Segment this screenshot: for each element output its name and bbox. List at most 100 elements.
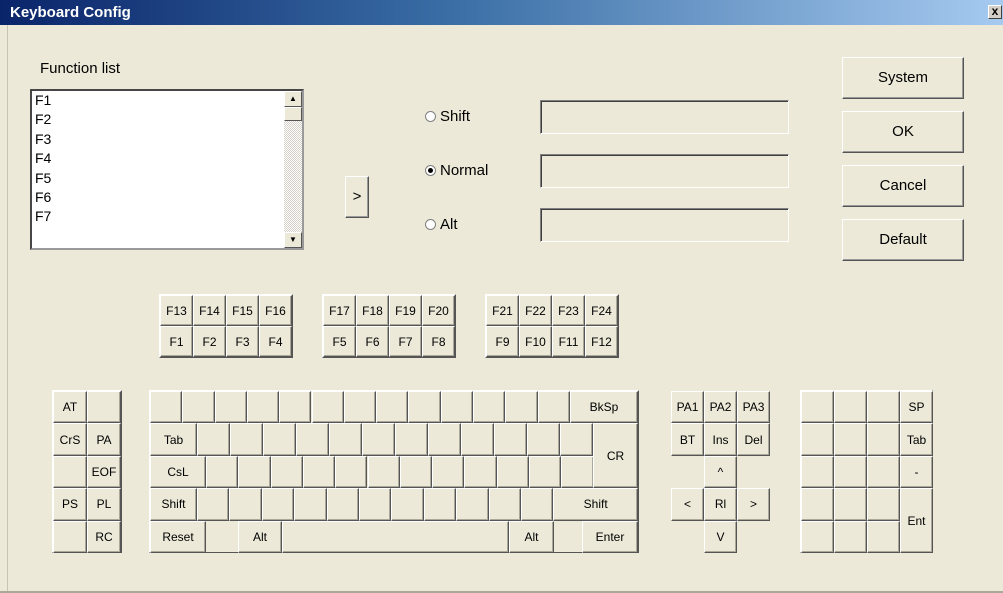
blank-key[interactable]: [279, 391, 312, 424]
blank-key[interactable]: [560, 423, 593, 456]
normal-key-field[interactable]: [540, 154, 789, 188]
blank-key[interactable]: [326, 488, 359, 521]
function-list-item[interactable]: F1: [32, 91, 302, 110]
function-listbox[interactable]: F1 F2 F3 F4 F5 F6 F7 ▲ ▼: [30, 89, 304, 250]
up-arrow-key[interactable]: ^: [704, 455, 737, 489]
blank-key[interactable]: [488, 488, 521, 521]
default-button[interactable]: Default: [842, 219, 964, 261]
function-key[interactable]: F20: [422, 295, 455, 326]
function-key[interactable]: F10: [519, 326, 552, 357]
function-key[interactable]: F16: [259, 295, 292, 326]
blank-key[interactable]: [408, 391, 441, 424]
blank-key[interactable]: [150, 391, 183, 424]
blank-key[interactable]: [294, 488, 327, 521]
blank-key[interactable]: [362, 423, 395, 456]
function-key[interactable]: F7: [389, 326, 422, 357]
nav-key[interactable]: PA2: [704, 391, 737, 424]
system-button[interactable]: System: [842, 57, 964, 99]
left-alt-key[interactable]: Alt: [238, 520, 282, 553]
function-key[interactable]: F11: [552, 326, 585, 357]
left-panel-key[interactable]: [87, 391, 121, 424]
blank-key[interactable]: [238, 455, 271, 489]
blank-key[interactable]: [359, 488, 392, 521]
nav-key[interactable]: BT: [671, 423, 704, 456]
cancel-button[interactable]: Cancel: [842, 165, 964, 207]
blank-key[interactable]: [461, 423, 494, 456]
function-list-item[interactable]: F4: [32, 149, 302, 168]
function-list-item[interactable]: F3: [32, 130, 302, 149]
blank-key[interactable]: [335, 455, 368, 489]
nav-key[interactable]: PA1: [671, 391, 704, 424]
blank-key[interactable]: [867, 488, 900, 521]
close-button[interactable]: x: [988, 5, 1002, 19]
blank-key[interactable]: [376, 391, 409, 424]
function-list-scrollbar[interactable]: ▲ ▼: [284, 91, 302, 248]
blank-key[interactable]: [197, 488, 230, 521]
blank-key[interactable]: [197, 423, 230, 456]
left-panel-key[interactable]: [53, 520, 87, 553]
function-key[interactable]: F23: [552, 295, 585, 326]
blank-key[interactable]: [261, 488, 295, 521]
nav-key[interactable]: Ins: [704, 423, 737, 456]
blank-key[interactable]: [182, 391, 215, 424]
capslock-key[interactable]: CsL: [150, 455, 206, 489]
minus-key[interactable]: -: [900, 455, 933, 489]
enter-key[interactable]: Ent: [900, 488, 933, 553]
blank-key[interactable]: [834, 520, 867, 553]
blank-key[interactable]: [801, 391, 834, 424]
left-panel-key[interactable]: [53, 455, 87, 489]
blank-key[interactable]: [801, 455, 834, 489]
left-panel-key[interactable]: PL: [87, 488, 121, 521]
blank-key[interactable]: [867, 391, 900, 424]
left-panel-key[interactable]: RC: [87, 520, 121, 553]
blank-key[interactable]: [456, 488, 489, 521]
blank-key[interactable]: [206, 455, 239, 489]
function-list-item[interactable]: F2: [32, 110, 302, 129]
right-alt-key[interactable]: Alt: [509, 520, 554, 553]
blank-key[interactable]: [834, 455, 867, 489]
radio-alt[interactable]: Alt: [425, 216, 458, 233]
scroll-up-button[interactable]: ▲: [284, 91, 302, 107]
radio-button-icon[interactable]: [425, 219, 436, 230]
function-key[interactable]: F15: [226, 295, 259, 326]
blank-key[interactable]: [494, 423, 527, 456]
blank-key[interactable]: [246, 391, 280, 424]
function-key[interactable]: F21: [486, 295, 519, 326]
scroll-down-button[interactable]: ▼: [284, 232, 302, 248]
radio-shift[interactable]: Shift: [425, 108, 470, 125]
function-key[interactable]: F22: [519, 295, 552, 326]
blank-key[interactable]: [529, 455, 562, 489]
carriage-return-key[interactable]: CR: [593, 423, 638, 489]
function-key[interactable]: F17: [323, 295, 356, 326]
blank-key[interactable]: [270, 455, 303, 489]
blank-key[interactable]: [440, 391, 473, 424]
right-shift-key[interactable]: Shift: [553, 488, 638, 521]
ok-button[interactable]: OK: [842, 111, 964, 153]
space-key[interactable]: [282, 520, 509, 553]
radio-normal[interactable]: Normal: [425, 162, 488, 179]
blank-key[interactable]: [834, 391, 867, 424]
left-arrow-key[interactable]: <: [671, 488, 704, 521]
blank-key[interactable]: [867, 520, 900, 553]
left-panel-key[interactable]: AT: [53, 391, 87, 424]
alt-key-field[interactable]: [540, 208, 789, 242]
function-key[interactable]: F3: [226, 326, 259, 357]
blank-key[interactable]: [229, 488, 262, 521]
blank-key[interactable]: [391, 488, 424, 521]
reset-key[interactable]: Reset: [150, 520, 206, 553]
tab-key[interactable]: Tab: [900, 423, 933, 456]
function-list-item[interactable]: F6: [32, 188, 302, 207]
blank-key[interactable]: [521, 488, 554, 521]
nav-key[interactable]: PA3: [737, 391, 770, 424]
function-key[interactable]: F2: [193, 326, 226, 357]
blank-key[interactable]: [801, 423, 834, 456]
function-key[interactable]: F24: [585, 295, 618, 326]
backspace-key[interactable]: BkSp: [569, 391, 638, 424]
left-panel-key[interactable]: EOF: [87, 455, 121, 489]
left-shift-key[interactable]: Shift: [150, 488, 197, 521]
right-arrow-key[interactable]: >: [737, 488, 770, 521]
blank-key[interactable]: [537, 391, 570, 424]
function-key[interactable]: F1: [160, 326, 193, 357]
blank-key[interactable]: [867, 423, 900, 456]
function-key[interactable]: F4: [259, 326, 292, 357]
